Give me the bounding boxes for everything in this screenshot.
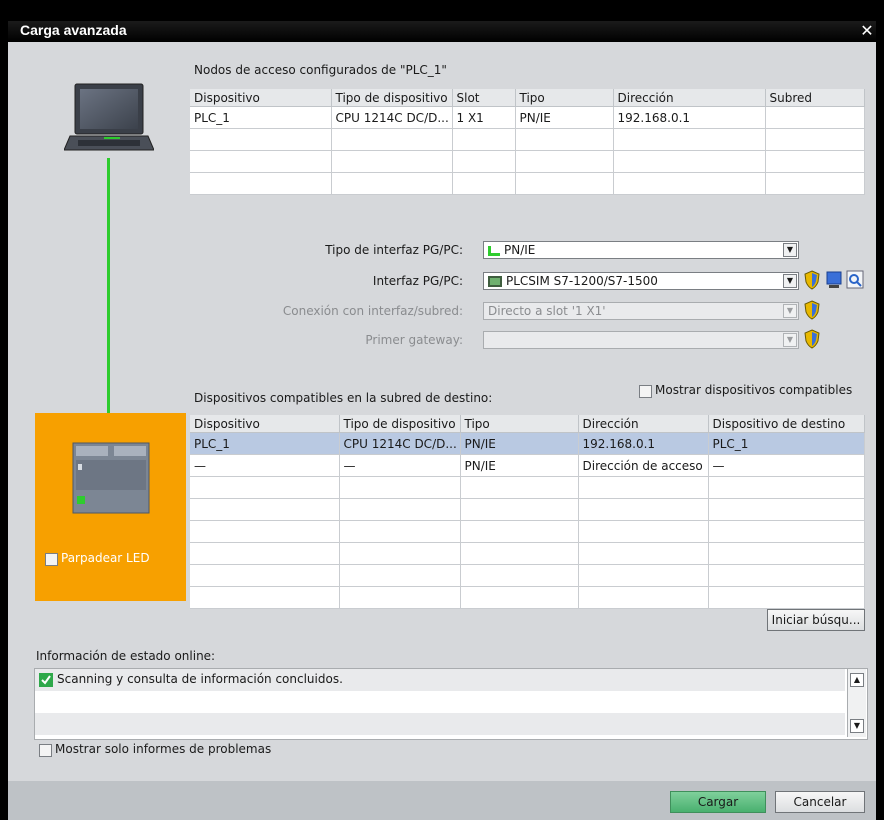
table-row[interactable] — [190, 586, 865, 609]
cancel-button[interactable]: Cancelar — [775, 791, 865, 813]
pgpc-type-label: Tipo de interfaz PG/PC: — [325, 243, 463, 257]
subnet-value: Directo a slot '1 X1' — [488, 304, 606, 318]
status-log: Scanning y consulta de información concl… — [34, 668, 868, 740]
pgpc-type-select[interactable]: PN/IE ▼ — [483, 241, 799, 259]
table-row[interactable] — [190, 520, 865, 543]
chevron-down-icon[interactable]: ▼ — [850, 719, 864, 733]
cell: CPU 1214C DC/D... — [331, 106, 453, 129]
cell: 192.168.0.1 — [578, 432, 709, 455]
cell: CPU 1214C DC/D... — [339, 432, 461, 455]
cell: PN/IE — [460, 454, 579, 477]
chevron-down-icon[interactable]: ▼ — [783, 243, 797, 257]
plcsim-icon — [488, 276, 502, 287]
table-row[interactable] — [190, 476, 865, 499]
shield-icon[interactable] — [803, 270, 821, 290]
flash-led-checkbox[interactable] — [45, 553, 58, 566]
pgpc-type-value: PN/IE — [504, 243, 536, 257]
chevron-down-icon[interactable]: ▼ — [783, 274, 797, 288]
connection-line — [107, 158, 110, 414]
col-slot[interactable]: Slot — [452, 89, 516, 107]
col-dispositivo[interactable]: Dispositivo — [190, 415, 340, 433]
cell: PN/IE — [460, 432, 579, 455]
cell: — — [708, 454, 865, 477]
table-row[interactable] — [190, 150, 865, 173]
cell: Dirección de acceso — [578, 454, 709, 477]
flash-led-label: Parpadear LED — [61, 551, 150, 565]
col-direccion[interactable]: Dirección — [578, 415, 709, 433]
cell: 192.168.0.1 — [613, 106, 766, 129]
search-device-icon[interactable] — [846, 270, 864, 290]
network-icon — [488, 245, 500, 256]
cell — [765, 106, 865, 129]
cell: — — [190, 454, 340, 477]
table-row[interactable]: — — PN/IE Dirección de acceso — — [190, 454, 865, 477]
status-row — [35, 713, 845, 735]
status-scrollbar[interactable]: ▲ ▼ — [847, 669, 866, 737]
gateway-select[interactable]: ▼ — [483, 331, 799, 349]
cell: PN/IE — [515, 106, 614, 129]
chevron-down-icon[interactable]: ▼ — [783, 304, 797, 318]
network-properties-icon[interactable] — [825, 270, 843, 290]
target-device-panel: Parpadear LED — [35, 413, 186, 601]
configured-nodes-table: Dispositivo Tipo de dispositivo Slot Tip… — [190, 89, 865, 195]
status-heading: Información de estado online: — [36, 649, 216, 663]
footer: Cargar Cancelar — [8, 781, 876, 820]
col-tipo-dispositivo[interactable]: Tipo de dispositivo — [339, 415, 461, 433]
dialog-body: Parpadear LED Nodos de acceso configurad… — [8, 42, 876, 791]
gateway-label: Primer gateway: — [365, 333, 463, 347]
show-compatible-checkbox[interactable] — [639, 385, 652, 398]
cell: PLC_1 — [708, 432, 865, 455]
pgpc-iface-select[interactable]: PLCSIM S7-1200/S7-1500 ▼ — [483, 272, 799, 290]
col-tipo[interactable]: Tipo — [515, 89, 614, 107]
compatible-devices-table: Dispositivo Tipo de dispositivo Tipo Dir… — [190, 415, 865, 609]
close-icon[interactable]: ✕ — [858, 21, 876, 41]
show-compatible-label: Mostrar dispositivos compatibles — [655, 383, 853, 397]
configured-nodes-heading: Nodos de acceso configurados de "PLC_1" — [194, 63, 447, 77]
cell: PLC_1 — [190, 106, 332, 129]
cell: PLC_1 — [190, 432, 340, 455]
start-search-button[interactable]: Iniciar búsqu... — [767, 609, 865, 631]
subnet-label: Conexión con interfaz/subred: — [282, 304, 463, 318]
shield-icon[interactable] — [803, 329, 821, 349]
table-row[interactable] — [190, 128, 865, 151]
status-message: Scanning y consulta de información concl… — [57, 672, 343, 686]
col-tipo-dispositivo[interactable]: Tipo de dispositivo — [331, 89, 453, 107]
table-row[interactable] — [190, 542, 865, 565]
table-row[interactable] — [190, 172, 865, 195]
pg-pc-icon — [64, 83, 154, 151]
table-row[interactable] — [190, 498, 865, 521]
plc-icon — [72, 442, 150, 514]
cell: 1 X1 — [452, 106, 516, 129]
table-row[interactable] — [190, 564, 865, 587]
col-tipo[interactable]: Tipo — [460, 415, 579, 433]
chevron-up-icon[interactable]: ▲ — [850, 673, 864, 687]
shield-icon[interactable] — [803, 300, 821, 320]
pgpc-iface-label: Interfaz PG/PC: — [372, 274, 463, 288]
check-icon — [39, 673, 53, 687]
table-row[interactable]: PLC_1 CPU 1214C DC/D... 1 X1 PN/IE 192.1… — [190, 106, 865, 129]
subnet-select[interactable]: Directo a slot '1 X1' ▼ — [483, 302, 799, 320]
compatible-heading: Dispositivos compatibles en la subred de… — [194, 391, 493, 405]
problems-only-label: Mostrar solo informes de problemas — [55, 742, 272, 756]
window-title: Carga avanzada — [20, 22, 127, 38]
col-dispositivo[interactable]: Dispositivo — [190, 89, 332, 107]
cell: — — [339, 454, 461, 477]
col-subred[interactable]: Subred — [765, 89, 865, 107]
load-button[interactable]: Cargar — [670, 791, 766, 813]
chevron-down-icon[interactable]: ▼ — [783, 333, 797, 347]
col-direccion[interactable]: Dirección — [613, 89, 766, 107]
title-bar: Carga avanzada ✕ — [8, 21, 876, 42]
col-dispositivo-destino[interactable]: Dispositivo de destino — [708, 415, 865, 433]
pgpc-iface-value: PLCSIM S7-1200/S7-1500 — [506, 274, 658, 288]
table-row[interactable]: PLC_1 CPU 1214C DC/D... PN/IE 192.168.0.… — [190, 432, 865, 455]
problems-only-checkbox[interactable] — [39, 744, 52, 757]
